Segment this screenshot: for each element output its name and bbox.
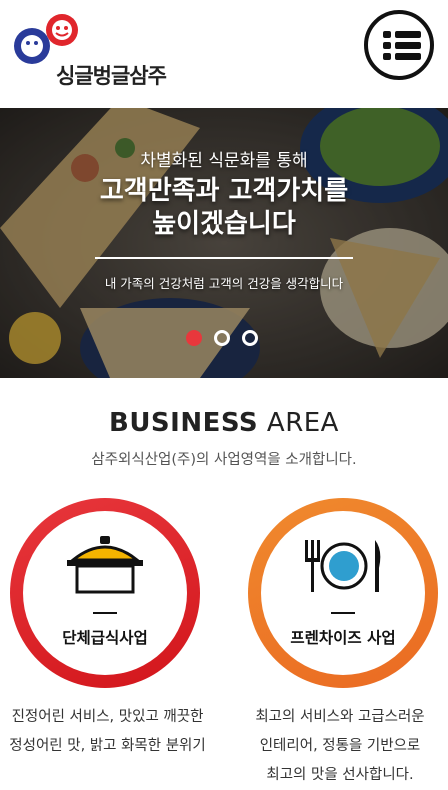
hero-subtitle: 차별화된 식문화를 통해 <box>140 151 308 171</box>
hero-title: 고객만족과 고객가치를 높이겠습니다 <box>99 176 349 239</box>
plate-fork-knife-icon <box>305 540 381 592</box>
header: 싱글벙글삼주 <box>0 0 448 108</box>
hero-caption: 내 가족의 건강처럼 고객의 건강을 생각합니다 <box>104 276 344 291</box>
business-card-catering[interactable]: 단체급식사업 <box>10 498 200 688</box>
menu-icon <box>383 31 391 38</box>
hero-slider[interactable]: 차별화된 식문화를 통해 고객만족과 고객가치를 높이겠습니다 내 가족의 건강… <box>0 108 448 378</box>
hero-divider <box>95 257 353 259</box>
business-area-title: BUSINESS AREA <box>109 408 339 438</box>
business-card-franchise-label: 프렌차이즈 사업 <box>290 629 396 647</box>
logo[interactable]: 싱글벙글삼주 <box>10 10 190 88</box>
slide-dot-1[interactable] <box>186 330 202 346</box>
slide-dot-2[interactable] <box>214 330 230 346</box>
business-desc-catering: 진정어린 서비스, 맛있고 깨끗한 정성어린 맛, 밝고 화목한 분위기 <box>9 709 206 754</box>
menu-button[interactable] <box>364 10 434 80</box>
business-card-catering-label: 단체급식사업 <box>62 629 148 647</box>
logo-text: 싱글벙글삼주 <box>56 64 167 88</box>
pot-icon <box>67 536 143 594</box>
business-card-franchise[interactable]: 프렌차이즈 사업 <box>248 498 438 688</box>
business-area-subtitle: 삼주외식산업(주)의 사업영역을 소개합니다. <box>91 452 357 468</box>
business-desc-franchise: 최고의 서비스와 고급스러운 인테리어, 정통을 기반으로 최고의 맛을 선사합… <box>255 709 425 783</box>
slide-dot-3[interactable] <box>242 330 258 346</box>
